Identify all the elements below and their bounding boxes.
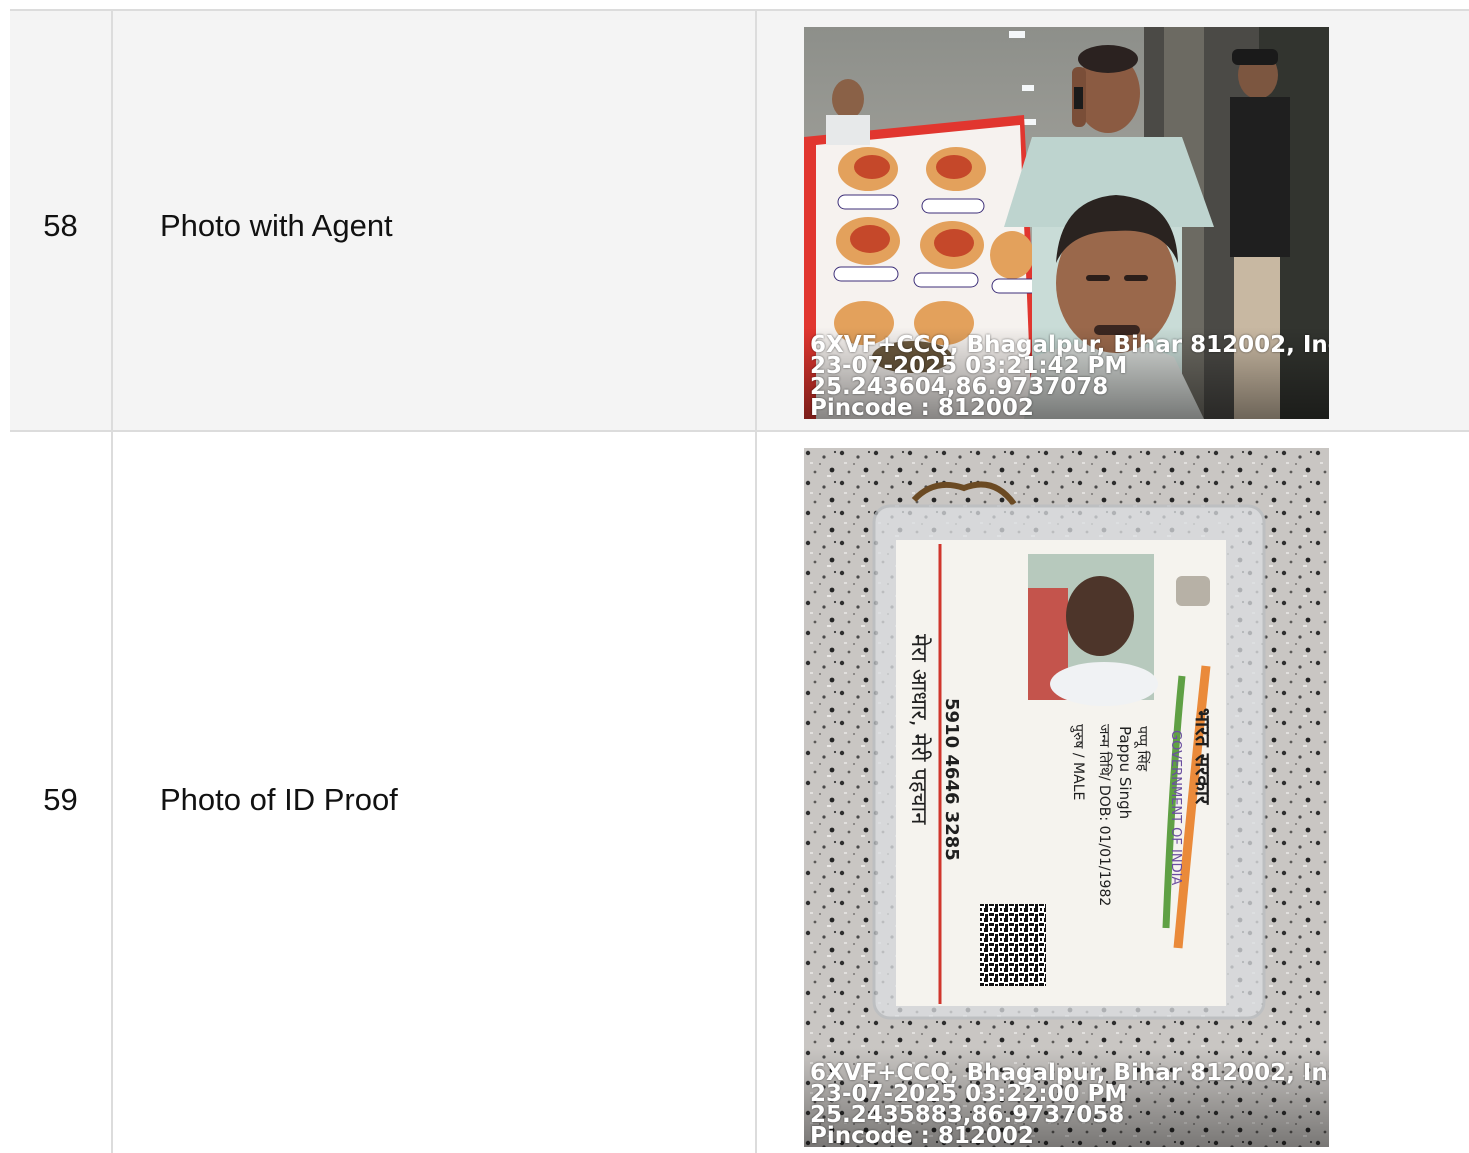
geotag-pincode: Pincode : 812002	[810, 395, 1034, 420]
column-divider	[755, 432, 757, 1153]
column-divider	[111, 11, 113, 433]
photo-geotag-overlay: 6XVF+CCQ, Bhagalpur, Bihar 812002, India…	[810, 1062, 1329, 1148]
row-number: 58	[43, 208, 78, 243]
photo-geotag-overlay: 6XVF+CCQ, Bhagalpur, Bihar 812002, India…	[810, 334, 1329, 420]
id-proof-image: भारत सरकार GOVERNMENT OF INDIA पप्पू सिं…	[804, 448, 1329, 1147]
row-label: Photo with Agent	[160, 208, 393, 243]
id-number: 5910 4646 3285	[941, 698, 962, 861]
row-label: Photo of ID Proof	[160, 782, 398, 817]
id-tagline: मेरा आधार, मेरी पहचान	[906, 634, 932, 825]
id-gov-english: GOVERNMENT OF INDIA	[1168, 730, 1183, 885]
id-gender: पुरुष / MALE	[1070, 724, 1086, 800]
photo-of-id-proof[interactable]: भारत सरकार GOVERNMENT OF INDIA पप्पू सिं…	[804, 448, 1329, 1147]
column-divider	[111, 432, 113, 1153]
table-row: 58 Photo with Agent 6XVF+CCQ, Bhagalpur,…	[10, 9, 1469, 433]
id-name-english: Pappu Singh	[1116, 726, 1134, 819]
records-table: 58 Photo with Agent 6XVF+CCQ, Bhagalpur,…	[10, 9, 1469, 1153]
id-name-hindi: पप्पू सिंह	[1134, 726, 1151, 772]
column-divider	[755, 11, 757, 433]
id-gov-hindi: भारत सरकार	[1191, 708, 1215, 805]
id-dob: जन्म तिथि/ DOB: 01/01/1982	[1096, 724, 1113, 906]
geotag-pincode: Pincode : 812002	[810, 1123, 1034, 1148]
photo-with-agent[interactable]: 6XVF+CCQ, Bhagalpur, Bihar 812002, India…	[804, 27, 1329, 419]
row-number: 59	[43, 782, 78, 817]
table-row: 59 Photo of ID Proof भारत सरकार GOVERNME…	[10, 430, 1469, 1153]
